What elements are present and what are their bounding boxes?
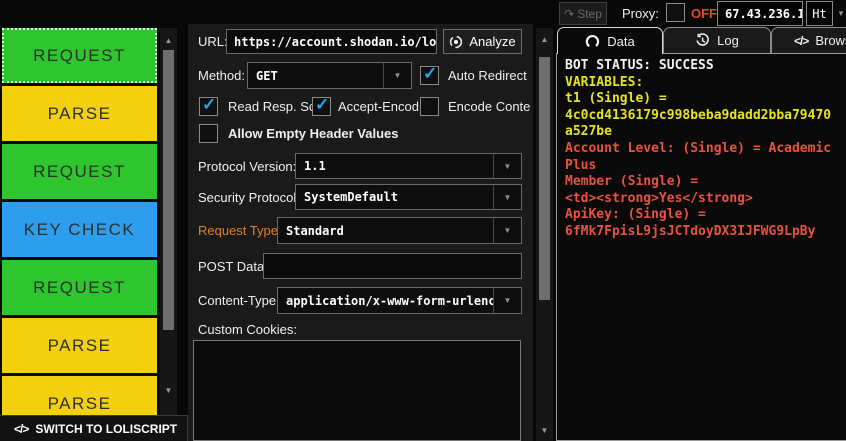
- history-clock-icon: [695, 33, 710, 48]
- content-type-label: Content-Type:: [198, 293, 280, 308]
- url-label: URL:: [198, 34, 228, 49]
- chevron-down-icon[interactable]: ▼: [493, 288, 521, 313]
- analyze-label: Analyze: [469, 34, 515, 49]
- request-type-label: Request Type:: [198, 223, 282, 238]
- code-icon: </>: [14, 422, 28, 436]
- proxy-checkbox[interactable]: [666, 3, 685, 22]
- console-line: 4c0cd4136179c998beba9dadd2bba79470: [565, 108, 846, 125]
- auto-redirect-label: Auto Redirect: [448, 68, 527, 83]
- block-parse-1[interactable]: PARSE: [2, 86, 157, 141]
- proxy-status-badge: OFF: [691, 6, 717, 21]
- block-parse-2[interactable]: PARSE: [2, 318, 157, 373]
- protocol-version-select[interactable]: 1.1 ▼: [295, 153, 522, 179]
- block-request-2[interactable]: REQUEST: [2, 144, 157, 199]
- debug-toolbar: ↷ Step Proxy: OFF 67.43.236.18 Ht ▼: [556, 0, 846, 27]
- chevron-down-icon[interactable]: ▼: [493, 154, 521, 178]
- block-stack: REQUEST PARSE REQUEST KEY CHECK REQUEST …: [2, 28, 157, 434]
- step-arrow-icon: ↷: [564, 7, 574, 21]
- console-line: VARIABLES:: [565, 75, 846, 92]
- encode-content-checkbox[interactable]: [420, 97, 439, 116]
- read-response-checkbox[interactable]: [199, 97, 218, 116]
- data-loop-icon: [585, 34, 600, 49]
- method-label: Method:: [198, 68, 245, 83]
- console-line: t1 (Single) =: [565, 91, 846, 108]
- request-settings-panel: URL: https://account.shodan.io/login Ana…: [188, 24, 533, 441]
- block-keycheck[interactable]: KEY CHECK: [2, 202, 157, 257]
- scroll-down-icon[interactable]: ▼: [160, 386, 177, 395]
- chevron-down-icon[interactable]: ▼: [383, 63, 411, 88]
- console-line: ApiKey: (Single) =: [565, 207, 846, 224]
- analyze-button[interactable]: Analyze: [443, 29, 522, 54]
- sidebar-scrollbar-thumb[interactable]: [163, 50, 174, 330]
- request-type-value: Standard: [278, 218, 493, 243]
- panel-scrollbar[interactable]: ▲ ▼: [536, 28, 553, 441]
- proxy-type-select[interactable]: Ht: [806, 1, 833, 26]
- step-button[interactable]: ↷ Step: [559, 2, 607, 25]
- panel-scrollbar-thumb[interactable]: [539, 57, 550, 300]
- request-type-select[interactable]: Standard ▼: [277, 217, 522, 244]
- allow-empty-header-checkbox[interactable]: [199, 124, 218, 143]
- content-type-select[interactable]: application/x-www-form-urlencoded ▼: [277, 287, 522, 314]
- console-line: Plus: [565, 158, 846, 175]
- chevron-down-icon[interactable]: ▼: [493, 185, 521, 209]
- scroll-down-icon[interactable]: ▼: [536, 426, 553, 435]
- custom-cookies-label: Custom Cookies:: [198, 322, 297, 337]
- chevron-down-icon[interactable]: ▼: [837, 9, 845, 18]
- switch-to-loliscript-label: SWITCH TO LOLISCRIPT: [35, 422, 177, 436]
- proxy-label: Proxy:: [622, 6, 659, 21]
- sidebar-scrollbar[interactable]: ▲ ▼: [160, 28, 177, 415]
- method-select[interactable]: GET ▼: [247, 62, 412, 89]
- tab-data[interactable]: Data: [557, 27, 663, 54]
- switch-to-loliscript-button[interactable]: </> SWITCH TO LOLISCRIPT: [0, 415, 188, 441]
- accept-encoding-checkbox[interactable]: [312, 97, 331, 116]
- bot-data-console: BOT STATUS: SUCCESS VARIABLES: t1 (Singl…: [556, 53, 846, 441]
- tab-browser[interactable]: </> Browser: [771, 27, 846, 53]
- tab-browser-label: Browser: [815, 33, 846, 48]
- post-data-label: POST Data:: [198, 259, 268, 274]
- debug-tabs: Data Log </> Browser: [556, 27, 846, 54]
- block-request-3[interactable]: REQUEST: [2, 260, 157, 315]
- analyze-scan-icon: [449, 35, 463, 49]
- console-line: BOT STATUS: SUCCESS: [565, 58, 846, 75]
- protocol-version-label: Protocol Version:: [198, 159, 296, 174]
- scroll-up-icon[interactable]: ▲: [536, 35, 553, 44]
- debugger-panel: ↷ Step Proxy: OFF 67.43.236.18 Ht ▼ Data…: [556, 0, 846, 441]
- code-icon: </>: [794, 34, 808, 48]
- console-line: 6fMk7FpisL9jsJCTdoyDX3IJFWG9LpBy: [565, 224, 846, 241]
- read-response-label: Read Resp. So: [228, 99, 316, 114]
- console-line: Member (Single) =: [565, 174, 846, 191]
- tab-log[interactable]: Log: [663, 27, 771, 53]
- auto-redirect-checkbox[interactable]: [420, 66, 439, 85]
- allow-empty-header-label: Allow Empty Header Values: [228, 126, 399, 141]
- tab-log-label: Log: [717, 33, 739, 48]
- console-line: <td><strong>Yes</strong>: [565, 191, 846, 208]
- encode-content-label: Encode Conte: [448, 99, 530, 114]
- security-protocol-select[interactable]: SystemDefault ▼: [295, 184, 522, 210]
- scroll-up-icon[interactable]: ▲: [160, 36, 177, 45]
- tab-data-label: Data: [607, 34, 634, 49]
- block-request-1[interactable]: REQUEST: [2, 28, 157, 83]
- url-input[interactable]: https://account.shodan.io/login: [226, 29, 437, 54]
- method-value: GET: [248, 63, 383, 88]
- step-label: Step: [577, 7, 602, 21]
- proxy-ip-input[interactable]: 67.43.236.18: [717, 1, 803, 26]
- custom-cookies-textarea[interactable]: [193, 340, 521, 441]
- accept-encoding-label: Accept-Encod: [338, 99, 419, 114]
- console-line: a527be: [565, 124, 846, 141]
- content-type-value: application/x-www-form-urlencoded: [278, 288, 493, 313]
- console-line: Account Level: (Single) = Academic: [565, 141, 846, 158]
- post-data-input[interactable]: [263, 253, 522, 279]
- security-protocol-value: SystemDefault: [296, 185, 493, 209]
- security-protocol-label: Security Protocol:: [198, 190, 300, 205]
- protocol-version-value: 1.1: [296, 154, 493, 178]
- chevron-down-icon[interactable]: ▼: [493, 218, 521, 243]
